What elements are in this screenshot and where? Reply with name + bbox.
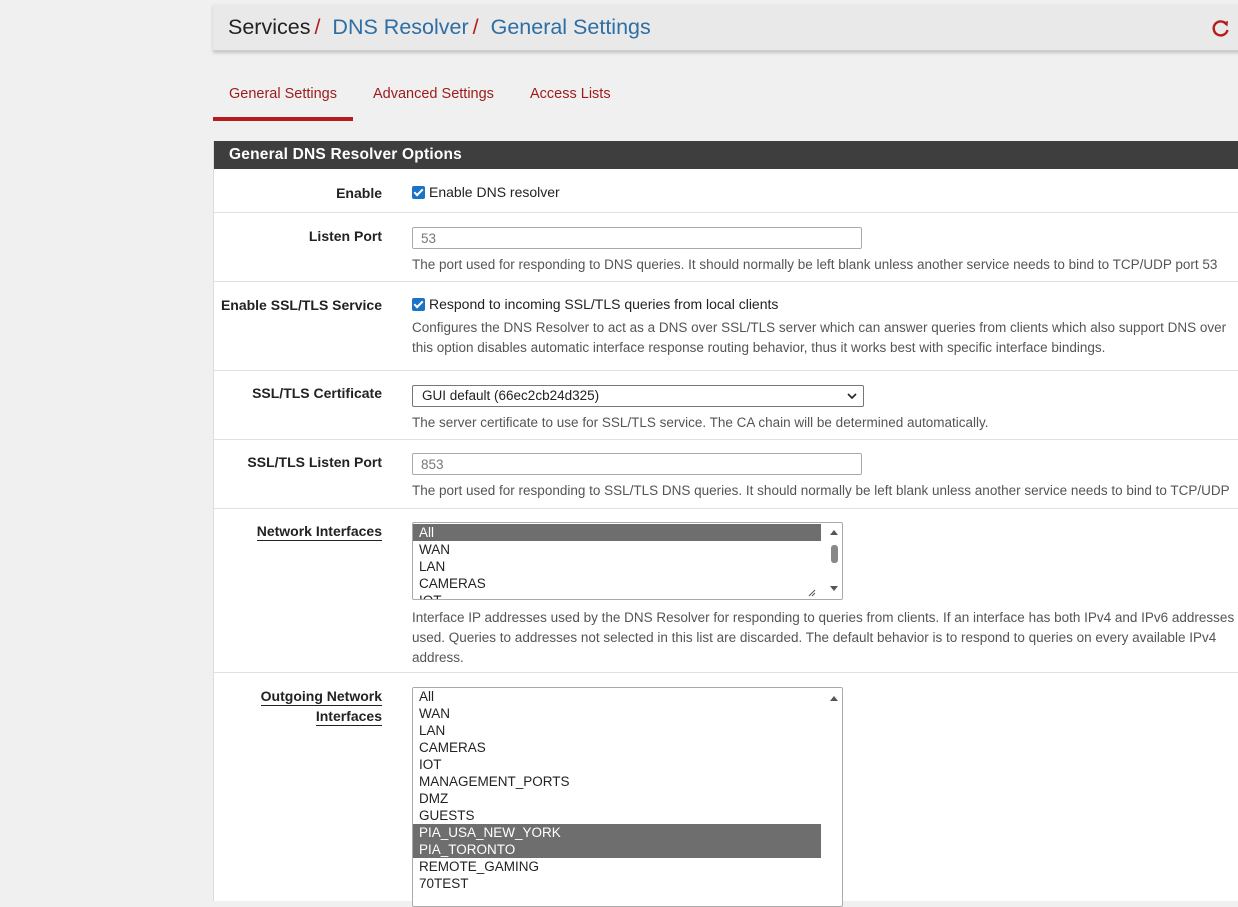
row-ssl-listen-port: SSL/TLS Listen Port 853 The port used fo…: [214, 440, 1238, 509]
ssl-service-field: Respond to incoming SSL/TLS queries from…: [412, 296, 1238, 358]
outgoing-interfaces-label-line2[interactable]: Interfaces: [315, 708, 382, 726]
row-ssl-certificate: SSL/TLS Certificate GUI default (66ec2cb…: [214, 371, 1238, 440]
network-interfaces-listbox[interactable]: All WAN LAN CAMERAS IOT: [412, 522, 843, 600]
network-interfaces-help-line3: address.: [412, 650, 464, 665]
ssl-certificate-select[interactable]: GUI default (66ec2cb24d325): [412, 385, 864, 407]
outgoing-interfaces-label[interactable]: Outgoing Network Interfaces: [214, 686, 382, 726]
scroll-up-icon[interactable]: [829, 528, 839, 538]
scroll-down-icon[interactable]: [829, 583, 839, 593]
reload-icon[interactable]: [1211, 18, 1231, 38]
row-enable: Enable Enable DNS resolver: [214, 169, 1238, 213]
ssl-service-help-line2: this option disables automatic interface…: [412, 340, 1106, 355]
breadcrumb-bar: Services / DNS Resolver / General Settings: [213, 4, 1238, 51]
network-interfaces-help-line2: used. Queries to addresses not selected …: [412, 630, 1217, 645]
enable-checkbox-label[interactable]: Enable DNS resolver: [429, 184, 560, 200]
breadcrumb-services: Services: [228, 15, 311, 39]
outgoing-interface-option[interactable]: All: [413, 688, 821, 705]
breadcrumb-dns-resolver-link[interactable]: DNS Resolver: [332, 15, 468, 39]
page: Services / DNS Resolver / General Settings…: [213, 0, 1238, 907]
network-interface-option[interactable]: WAN: [413, 541, 821, 558]
network-interface-option[interactable]: CAMERAS: [413, 575, 821, 592]
breadcrumb-separator: /: [314, 15, 321, 39]
tab-access-lists[interactable]: Access Lists: [530, 70, 611, 117]
outgoing-interface-option[interactable]: WAN: [413, 705, 821, 722]
ssl-service-help-line1: Configures the DNS Resolver to act as a …: [412, 320, 1227, 335]
network-interfaces-label-text[interactable]: Network Interfaces: [256, 523, 382, 541]
row-listen-port: Listen Port 53 The port used for respond…: [214, 213, 1238, 282]
enable-label: Enable: [336, 185, 382, 201]
outgoing-interface-option[interactable]: LAN: [413, 722, 821, 739]
listen-port-help: The port used for responding to DNS quer…: [412, 257, 1218, 272]
enable-checkbox[interactable]: [412, 186, 425, 199]
listen-port-field: 53 The port used for responding to DNS q…: [412, 227, 1238, 275]
ssl-service-checkbox-label[interactable]: Respond to incoming SSL/TLS queries from…: [429, 296, 778, 312]
scroll-up-icon[interactable]: [829, 694, 839, 704]
panel-title: General DNS Resolver Options: [214, 141, 1238, 169]
outgoing-interface-option[interactable]: PIA_USA_NEW_YORK: [413, 824, 821, 841]
network-interface-option[interactable]: All: [413, 524, 821, 541]
breadcrumb-general-settings-link[interactable]: General Settings: [491, 15, 651, 39]
general-options-panel: General DNS Resolver Options Enable Enab…: [213, 141, 1238, 907]
ssl-certificate-label: SSL/TLS Certificate: [252, 385, 382, 401]
breadcrumb: Services / DNS Resolver / General Settings: [228, 4, 651, 50]
network-interfaces-field: All WAN LAN CAMERAS IOT Interface IP add…: [412, 522, 1238, 668]
listen-port-label: Listen Port: [308, 228, 382, 244]
outgoing-interface-option[interactable]: PIA_TORONTO: [413, 841, 821, 858]
ssl-certificate-field: GUI default (66ec2cb24d325) The server c…: [412, 385, 1238, 433]
ssl-certificate-selected: GUI default (66ec2cb24d325): [422, 388, 600, 403]
row-outgoing-interfaces: Outgoing Network Interfaces All WAN LAN …: [214, 673, 1238, 907]
resize-handle-icon[interactable]: [807, 588, 816, 597]
enable-field: Enable DNS resolver: [412, 184, 1238, 202]
scrollbar-thumb[interactable]: [831, 545, 838, 563]
network-interface-option[interactable]: IOT: [413, 592, 821, 599]
outgoing-interface-option[interactable]: CAMERAS: [413, 739, 821, 756]
network-interfaces-help-line1: Interface IP addresses used by the DNS R…: [412, 610, 1235, 625]
tab-general-settings[interactable]: General Settings: [213, 70, 353, 121]
ssl-certificate-help: The server certificate to use for SSL/TL…: [412, 415, 989, 430]
outgoing-interfaces-label-line1[interactable]: Outgoing Network: [260, 688, 382, 706]
breadcrumb-separator: /: [472, 15, 479, 39]
outgoing-interface-option[interactable]: GUESTS: [413, 807, 821, 824]
outgoing-interfaces-listbox[interactable]: All WAN LAN CAMERAS IOT MANAGEMENT_PORTS…: [412, 687, 843, 907]
ssl-listen-port-label: SSL/TLS Listen Port: [247, 454, 382, 470]
outgoing-interfaces-field: All WAN LAN CAMERAS IOT MANAGEMENT_PORTS…: [412, 687, 1238, 907]
outgoing-interface-option[interactable]: 70TEST: [413, 875, 821, 892]
network-interface-option[interactable]: LAN: [413, 558, 821, 575]
outgoing-interface-option[interactable]: MANAGEMENT_PORTS: [413, 773, 821, 790]
tab-advanced-settings[interactable]: Advanced Settings: [373, 70, 494, 117]
row-ssl-service: Enable SSL/TLS Service Respond to incomi…: [214, 282, 1238, 371]
network-interfaces-label[interactable]: Network Interfaces: [214, 521, 382, 541]
ssl-service-checkbox[interactable]: [412, 298, 425, 311]
outgoing-interface-option[interactable]: REMOTE_GAMING: [413, 858, 821, 875]
listen-port-input[interactable]: 53: [412, 227, 862, 249]
row-network-interfaces: Network Interfaces All WAN LAN CAMERAS I…: [214, 509, 1238, 673]
ssl-service-label: Enable SSL/TLS Service: [220, 297, 382, 313]
chevron-down-icon: [847, 393, 857, 400]
ssl-listen-port-help: The port used for responding to SSL/TLS …: [412, 483, 1230, 498]
ssl-listen-port-input[interactable]: 853: [412, 453, 862, 475]
outgoing-interface-option[interactable]: IOT: [413, 756, 821, 773]
outgoing-interface-option[interactable]: DMZ: [413, 790, 821, 807]
ssl-listen-port-field: 853 The port used for responding to SSL/…: [412, 453, 1238, 501]
